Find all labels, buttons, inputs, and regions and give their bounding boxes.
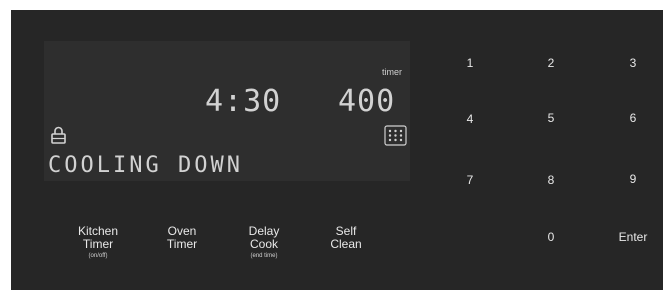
key-2[interactable]: 2 bbox=[536, 56, 566, 70]
key-3[interactable]: 3 bbox=[618, 56, 648, 70]
key-8[interactable]: 8 bbox=[536, 173, 566, 187]
oven-timer-label-line2: Timer bbox=[166, 237, 198, 251]
oven-control-panel: timer 4:30 400 COOLING DOWN 1 2 3 4 5 6 … bbox=[11, 10, 663, 290]
key-6[interactable]: 6 bbox=[618, 111, 648, 125]
key-7[interactable]: 7 bbox=[455, 173, 485, 187]
oven-timer-button[interactable]: Oven Timer bbox=[152, 225, 212, 251]
key-9[interactable]: 9 bbox=[618, 172, 648, 186]
self-clean-label-line2: Clean bbox=[330, 237, 362, 251]
key-1[interactable]: 1 bbox=[455, 56, 485, 70]
lcd-display: timer 4:30 400 COOLING DOWN bbox=[44, 41, 410, 181]
enter-button[interactable]: Enter bbox=[616, 230, 650, 244]
key-5[interactable]: 5 bbox=[536, 111, 566, 125]
key-4[interactable]: 4 bbox=[455, 112, 485, 126]
burner-grid-icon bbox=[384, 125, 407, 146]
delay-cook-label-line1: Delay bbox=[248, 224, 280, 238]
self-clean-button[interactable]: Self Clean bbox=[316, 225, 376, 251]
key-0[interactable]: 0 bbox=[536, 230, 566, 244]
clock-time: 4:30 bbox=[205, 84, 282, 119]
oven-temperature: 400 bbox=[338, 84, 396, 119]
kitchen-timer-label-line2: Timer bbox=[82, 237, 114, 251]
delay-cook-sublabel: (end time) bbox=[250, 253, 278, 259]
delay-cook-button[interactable]: Delay Cook (end time) bbox=[234, 225, 294, 262]
oven-timer-label-line1: Oven bbox=[167, 224, 197, 238]
timer-label: timer bbox=[382, 67, 402, 77]
lock-icon bbox=[51, 126, 66, 144]
kitchen-timer-button[interactable]: Kitchen Timer (on/off) bbox=[68, 225, 128, 262]
self-clean-label-line1: Self bbox=[335, 224, 357, 238]
kitchen-timer-sublabel: (on/off) bbox=[88, 253, 108, 259]
delay-cook-label-line2: Cook bbox=[249, 237, 278, 251]
kitchen-timer-label-line1: Kitchen bbox=[77, 224, 119, 238]
status-message: COOLING DOWN bbox=[48, 153, 243, 178]
